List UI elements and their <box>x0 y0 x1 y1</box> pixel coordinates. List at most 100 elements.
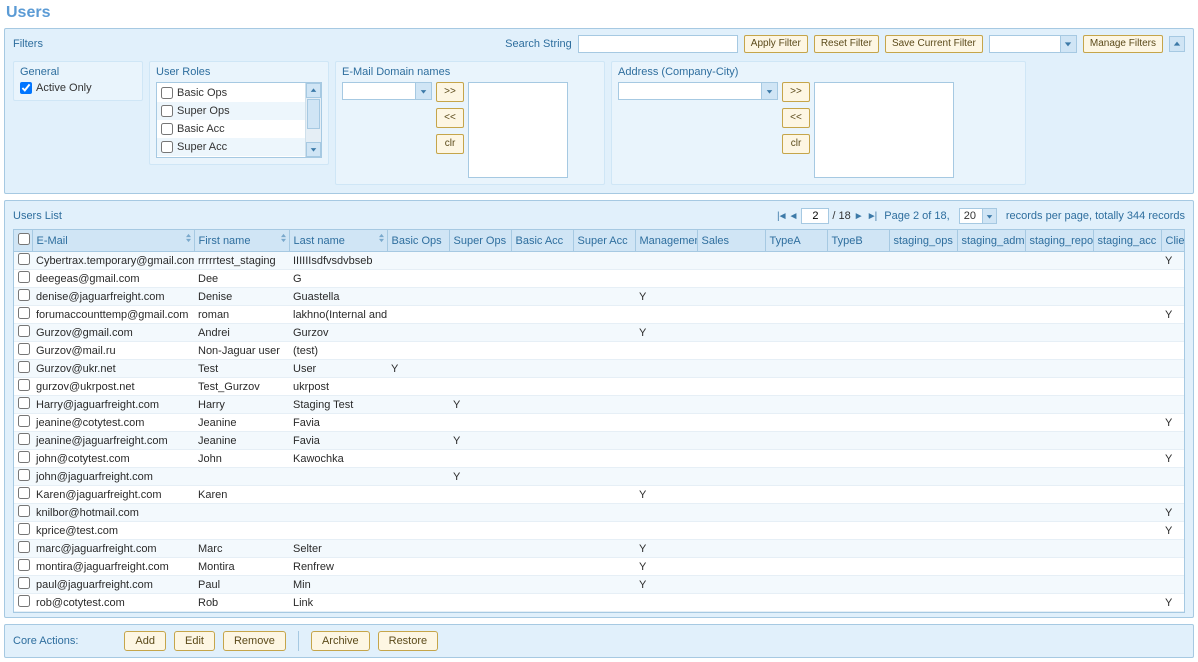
row-checkbox[interactable] <box>18 307 30 319</box>
apply-filter-button[interactable]: Apply Filter <box>744 35 808 53</box>
page-input[interactable] <box>801 208 829 224</box>
scroll-up-icon[interactable] <box>306 83 321 98</box>
prev-page-button[interactable]: ◄ <box>789 211 799 222</box>
column-header[interactable]: staging_adm <box>957 230 1025 252</box>
email-clear-button[interactable]: clr <box>436 134 464 154</box>
table-row[interactable]: Gurzov@mail.ruNon-Jaguar user(test) <box>14 342 1185 360</box>
row-checkbox[interactable] <box>18 433 30 445</box>
row-checkbox[interactable] <box>18 523 30 535</box>
table-row[interactable]: Cybertrax.temporary@gmail.comrrrrrtest_s… <box>14 252 1185 270</box>
table-row[interactable]: denise@jaguarfreight.comDeniseGuastellaY <box>14 288 1185 306</box>
table-row[interactable]: jeanine@jaguarfreight.comJeanineFaviaY <box>14 432 1185 450</box>
row-checkbox[interactable] <box>18 577 30 589</box>
role-option[interactable]: Basic Ops <box>157 84 321 102</box>
table-row[interactable]: marc@jaguarfreight.comMarcSelterY <box>14 540 1185 558</box>
column-header[interactable]: Sales <box>697 230 765 252</box>
first-page-button[interactable]: |◄ <box>777 211 786 222</box>
column-header[interactable]: First name <box>194 230 289 252</box>
column-header[interactable]: Basic Acc <box>511 230 573 252</box>
scroll-thumb[interactable] <box>307 99 320 129</box>
table-row[interactable]: forumaccounttemp@gmail.comromanlakhno(In… <box>14 306 1185 324</box>
column-header[interactable]: TypeA <box>765 230 827 252</box>
save-filter-button[interactable]: Save Current Filter <box>885 35 983 53</box>
active-only-checkbox[interactable] <box>20 82 32 94</box>
edit-button[interactable]: Edit <box>174 631 215 651</box>
row-checkbox[interactable] <box>18 361 30 373</box>
scrollbar[interactable] <box>305 83 321 157</box>
table-row[interactable]: knilbor@hotmail.comY <box>14 504 1185 522</box>
column-header[interactable]: Super Acc <box>573 230 635 252</box>
column-header[interactable]: staging_ops <box>889 230 957 252</box>
table-row[interactable]: john@cotytest.comJohnKawochkaY <box>14 450 1185 468</box>
table-row[interactable]: montira@jaguarfreight.comMontiraRenfrewY <box>14 558 1185 576</box>
address-selected-list[interactable] <box>814 82 954 178</box>
table-row[interactable]: rob@cotytest.comRobLinkY <box>14 594 1185 612</box>
row-checkbox[interactable] <box>18 505 30 517</box>
email-domain-dropdown[interactable] <box>342 82 432 100</box>
table-row[interactable]: deegeas@gmail.comDeeG <box>14 270 1185 288</box>
address-dropdown[interactable] <box>618 82 778 100</box>
role-checkbox[interactable] <box>161 105 173 117</box>
row-checkbox[interactable] <box>18 451 30 463</box>
archive-button[interactable]: Archive <box>311 631 370 651</box>
row-checkbox[interactable] <box>18 415 30 427</box>
email-selected-list[interactable] <box>468 82 568 178</box>
row-checkbox[interactable] <box>18 559 30 571</box>
role-checkbox[interactable] <box>161 123 173 135</box>
roles-listbox[interactable]: Basic OpsSuper OpsBasic AccSuper Acc <box>156 82 322 158</box>
row-checkbox[interactable] <box>18 271 30 283</box>
address-add-button[interactable]: >> <box>782 82 810 102</box>
row-checkbox[interactable] <box>18 253 30 265</box>
sort-icon[interactable] <box>378 233 385 246</box>
role-option[interactable]: Super Ops <box>157 102 321 120</box>
column-header[interactable]: E-Mail <box>32 230 194 252</box>
row-checkbox[interactable] <box>18 469 30 481</box>
reset-filter-button[interactable]: Reset Filter <box>814 35 879 53</box>
table-row[interactable]: kprice@test.comY <box>14 522 1185 540</box>
table-row[interactable]: jeanine@cotytest.comJeanineFaviaY <box>14 414 1185 432</box>
table-row[interactable]: paul@jaguarfreight.comPaulMinY <box>14 576 1185 594</box>
row-checkbox[interactable] <box>18 343 30 355</box>
column-header[interactable]: Clien <box>1161 230 1185 252</box>
table-row[interactable]: john@jaguarfreight.comY <box>14 468 1185 486</box>
select-all-header[interactable] <box>14 230 32 252</box>
remove-button[interactable]: Remove <box>223 631 286 651</box>
sort-icon[interactable] <box>280 233 287 246</box>
role-checkbox[interactable] <box>161 141 173 153</box>
role-option[interactable]: Super Acc <box>157 138 321 156</box>
row-checkbox[interactable] <box>18 541 30 553</box>
column-header[interactable]: Basic Ops <box>387 230 449 252</box>
row-checkbox[interactable] <box>18 595 30 607</box>
address-remove-button[interactable]: << <box>782 108 810 128</box>
column-header[interactable]: Last name <box>289 230 387 252</box>
row-checkbox[interactable] <box>18 289 30 301</box>
manage-filters-button[interactable]: Manage Filters <box>1083 35 1163 53</box>
table-row[interactable]: Gurzov@ukr.netTestUserY <box>14 360 1185 378</box>
email-add-button[interactable]: >> <box>436 82 464 102</box>
per-page-select[interactable]: 20 <box>959 208 997 224</box>
row-checkbox[interactable] <box>18 379 30 391</box>
table-row[interactable]: Harry@jaguarfreight.comHarryStaging Test… <box>14 396 1185 414</box>
collapse-filters-button[interactable] <box>1169 36 1185 52</box>
row-checkbox[interactable] <box>18 487 30 499</box>
role-option[interactable]: Basic Acc <box>157 120 321 138</box>
column-header[interactable]: staging_repo <box>1025 230 1093 252</box>
column-header[interactable]: Super Ops <box>449 230 511 252</box>
column-header[interactable]: Managemen <box>635 230 697 252</box>
last-page-button[interactable]: ►| <box>867 211 876 222</box>
search-input[interactable] <box>578 35 738 53</box>
email-remove-button[interactable]: << <box>436 108 464 128</box>
column-header[interactable]: staging_acc <box>1093 230 1161 252</box>
address-clear-button[interactable]: clr <box>782 134 810 154</box>
role-checkbox[interactable] <box>161 87 173 99</box>
restore-button[interactable]: Restore <box>378 631 439 651</box>
select-all-checkbox[interactable] <box>18 233 30 245</box>
next-page-button[interactable]: ► <box>854 211 864 222</box>
table-row[interactable]: Gurzov@gmail.comAndreiGurzovY <box>14 324 1185 342</box>
sort-icon[interactable] <box>185 233 192 246</box>
add-button[interactable]: Add <box>124 631 166 651</box>
saved-filters-dropdown[interactable] <box>989 35 1077 53</box>
column-header[interactable]: TypeB <box>827 230 889 252</box>
row-checkbox[interactable] <box>18 325 30 337</box>
table-row[interactable]: Karen@jaguarfreight.comKarenY <box>14 486 1185 504</box>
